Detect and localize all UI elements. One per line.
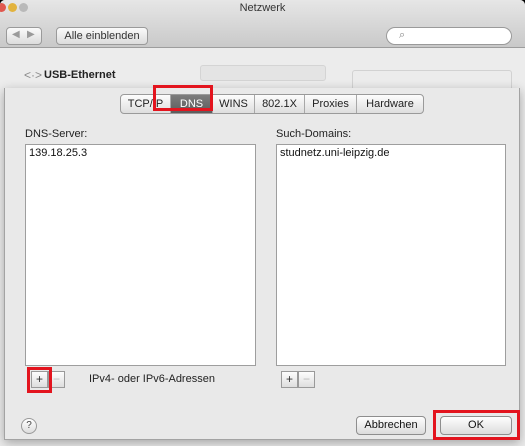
location-select-background [200,65,326,81]
search-icon: ⌕ [399,29,406,41]
ok-button[interactable]: OK [440,416,512,435]
help-button[interactable]: ? [21,418,37,434]
tab-8021x[interactable]: 802.1X [255,95,305,113]
list-item[interactable]: studnetz.uni-leipzig.de [277,145,505,161]
back-icon[interactable]: ◀ [12,29,20,40]
remove-search-domain-button[interactable]: − [298,371,315,388]
tab-dns[interactable]: DNS [171,95,213,113]
ip-address-hint: IPv4- oder IPv6-Adressen [89,373,215,385]
search-input[interactable] [411,29,507,43]
window-title: Netzwerk [239,2,286,14]
add-search-domain-button[interactable]: + [281,371,298,388]
add-dns-server-button[interactable]: + [31,371,48,388]
remove-dns-server-button[interactable]: − [48,371,65,388]
tab-proxies[interactable]: Proxies [305,95,357,113]
tab-bar: TCP/IP DNS WINS 802.1X Proxies Hardware [120,94,424,114]
network-window: Netzwerk ◀ ▶ Alle einblenden ⌕ <·> USB-E… [0,0,525,446]
advanced-settings-sheet: TCP/IP DNS WINS 802.1X Proxies Hardware … [4,85,520,440]
search-domains-label: Such-Domains: [276,128,352,140]
cancel-button[interactable]: Abbrechen [356,416,426,435]
back-forward-control[interactable]: ◀ ▶ [6,27,42,45]
forward-icon[interactable]: ▶ [27,29,35,40]
dns-server-label: DNS-Server: [25,128,88,140]
back-forward-icon[interactable]: <·> [24,68,42,82]
dns-server-list[interactable]: 139.18.25.3 [25,144,256,366]
tab-wins[interactable]: WINS [213,95,255,113]
tab-tcpip[interactable]: TCP/IP [121,95,171,113]
list-item[interactable]: 139.18.25.3 [26,145,255,161]
show-all-button[interactable]: Alle einblenden [56,27,148,45]
search-domains-list[interactable]: studnetz.uni-leipzig.de [276,144,506,366]
interface-title: USB-Ethernet [44,69,116,81]
title-bar: Netzwerk ◀ ▶ Alle einblenden ⌕ [0,0,525,48]
tab-hardware[interactable]: Hardware [357,95,423,113]
search-field[interactable]: ⌕ [386,27,512,45]
